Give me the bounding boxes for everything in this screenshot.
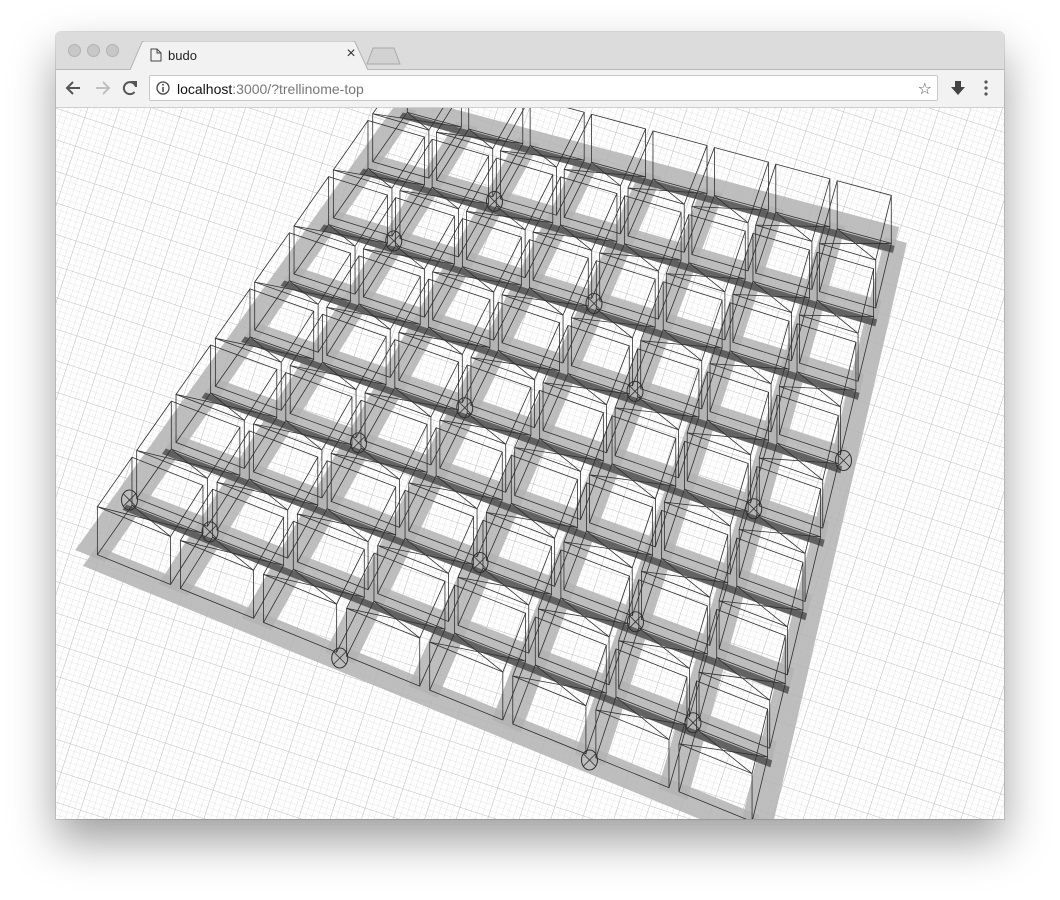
- bookmark-star-icon[interactable]: ☆: [918, 79, 932, 99]
- url-host: localhost: [177, 81, 233, 97]
- url-text[interactable]: localhost:3000/?trellinome-top: [177, 81, 364, 97]
- webgl-canvas[interactable]: [56, 108, 1004, 819]
- url-path: :3000/?trellinome-top: [232, 81, 364, 97]
- reload-icon[interactable]: [120, 78, 140, 98]
- info-icon[interactable]: [156, 81, 170, 95]
- new-tab-button[interactable]: [366, 46, 402, 66]
- zoom-window-button[interactable]: [106, 44, 119, 57]
- tab-budo[interactable]: budo ×: [130, 41, 370, 70]
- tab-close-icon[interactable]: ×: [343, 45, 359, 63]
- download-icon[interactable]: [948, 78, 968, 98]
- forward-icon[interactable]: [92, 78, 112, 98]
- close-window-button[interactable]: [68, 44, 81, 57]
- browser-window: budo × localhost:3000/?trellinome-top ☆: [56, 32, 1004, 819]
- tab-title: budo: [168, 48, 197, 63]
- menu-icon[interactable]: [976, 78, 996, 98]
- tab-strip: budo ×: [56, 32, 1004, 70]
- address-bar[interactable]: localhost:3000/?trellinome-top ☆: [149, 75, 938, 101]
- back-icon[interactable]: [64, 78, 84, 98]
- minimize-window-button[interactable]: [87, 44, 100, 57]
- document-icon: [150, 48, 162, 62]
- wireframe-scene[interactable]: [56, 108, 1004, 819]
- tab-shape: [130, 41, 369, 70]
- toolbar: localhost:3000/?trellinome-top ☆: [56, 70, 1004, 108]
